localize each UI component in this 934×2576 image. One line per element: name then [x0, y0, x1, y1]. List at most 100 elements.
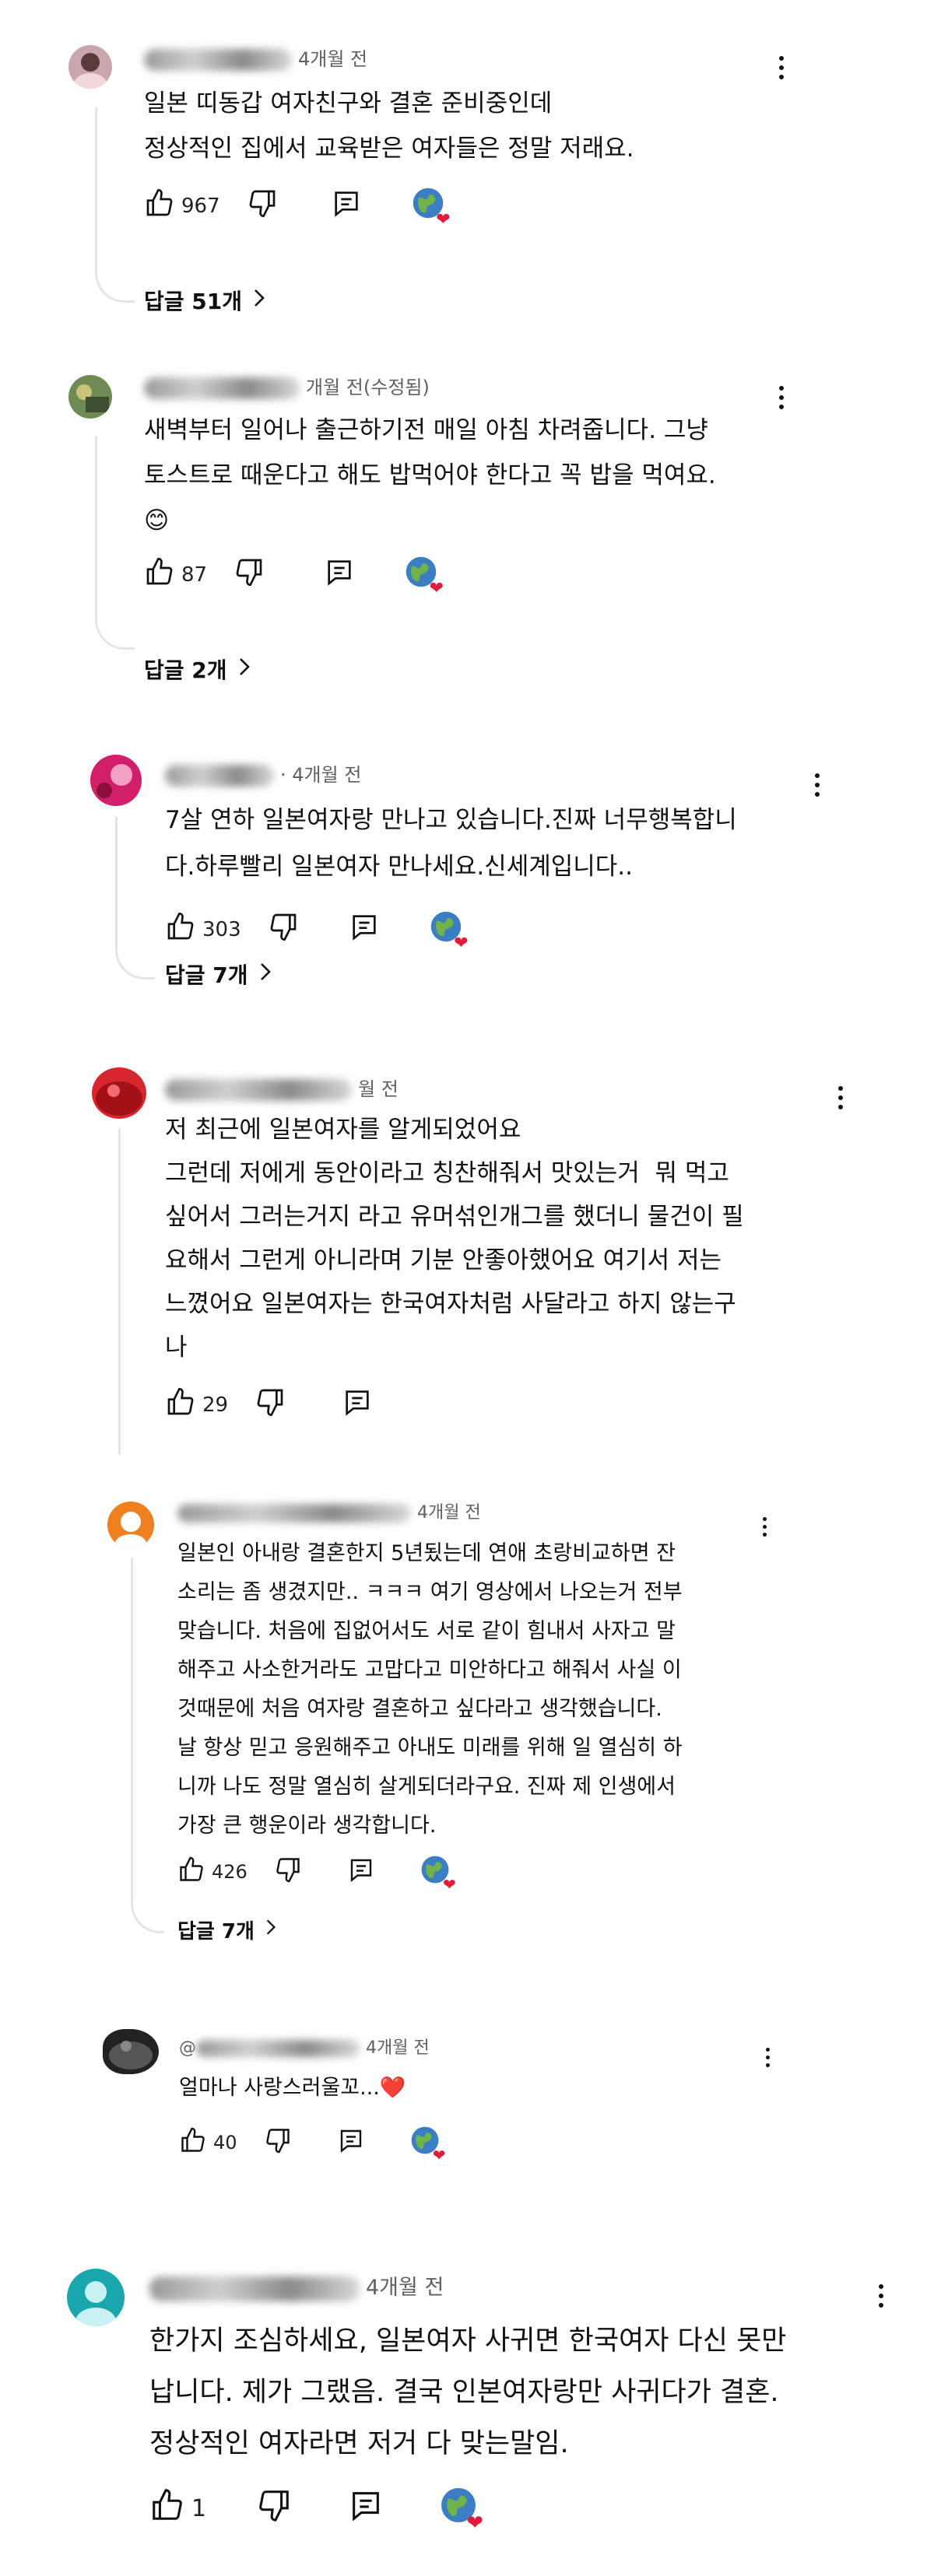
comment-thread: 월 전 저 최근에 일본여자를 알게되었어요 그런데 저에게 동안이라고 칭찬해… — [0, 1058, 934, 1478]
comment-time: 개월 전 — [306, 377, 363, 398]
thumbs-up-icon[interactable] — [149, 2487, 185, 2529]
comment-time: 4개월 전 — [366, 2038, 430, 2058]
comment-author[interactable]: 월 전 — [165, 1074, 399, 1101]
reply-icon[interactable] — [349, 911, 380, 948]
avatar[interactable] — [107, 1502, 154, 1548]
comment-actions: 40 ❤ — [179, 2126, 446, 2164]
replies-label: 답글 7개 — [177, 1920, 255, 1943]
like-count: 1 — [191, 2494, 207, 2522]
thumbs-up-icon[interactable] — [165, 1386, 196, 1423]
comment-actions: 1 ❤ — [149, 2487, 483, 2535]
avatar[interactable] — [90, 755, 142, 806]
thread-line — [95, 107, 135, 303]
comment-author[interactable]: · 4개월 전 — [165, 759, 361, 787]
like-count: 29 — [202, 1393, 229, 1417]
avatar[interactable] — [103, 2029, 159, 2074]
comment-time: · 4개월 전 — [280, 764, 362, 786]
globe-heart-icon: ❤ — [410, 2126, 446, 2164]
thumbs-down-icon[interactable] — [256, 2487, 292, 2529]
replies-toggle[interactable]: 답글 51개 — [144, 285, 265, 316]
comment-thread: 개월 전(수정됨) 새벽부터 일어나 출근하기전 매일 아침 차려줍니다. 그냥… — [0, 335, 934, 708]
reply-icon[interactable] — [342, 1386, 373, 1423]
thumbs-up-icon[interactable] — [177, 1856, 205, 1888]
reply-icon[interactable] — [348, 2487, 384, 2529]
chevron-right-icon — [265, 1918, 276, 1942]
more-vert-icon[interactable] — [814, 773, 820, 801]
replies-toggle[interactable]: 답글 7개 — [165, 959, 272, 990]
comment-actions: 967 ❤ — [144, 187, 451, 230]
replies-label: 답글 7개 — [165, 962, 248, 988]
avatar[interactable] — [68, 45, 112, 89]
comment-time: 4개월 전 — [298, 48, 368, 70]
replies-toggle[interactable]: 답글 7개 — [177, 1915, 276, 1944]
thread-line — [131, 1558, 164, 1933]
comment-actions: 303 ❤ — [165, 910, 469, 953]
avatar[interactable] — [92, 1067, 146, 1119]
like-count: 87 — [181, 563, 208, 587]
like-count: 40 — [213, 2132, 237, 2154]
comment-text: 일본인 아내랑 결혼한지 5년됬는데 연애 초랑비교하면 잔 소리는 좀 생겼지… — [177, 1541, 683, 1838]
thumbs-up-icon[interactable] — [165, 911, 196, 948]
thumbs-up-icon[interactable] — [144, 188, 175, 224]
globe-heart-icon: ❤ — [420, 1855, 456, 1894]
comment-actions: 426 ❤ — [177, 1855, 456, 1894]
reply-thread: 4개월 전 일본인 아내랑 결혼한지 5년됬는데 연애 초랑비교하면 잔 소리는… — [0, 1478, 934, 1976]
thumbs-down-icon[interactable] — [268, 911, 299, 948]
heart-icon: ❤ — [432, 2146, 446, 2164]
more-vert-icon[interactable] — [764, 2048, 771, 2072]
comment-text: 저 최근에 일본여자를 알게되었어요 그런데 저에게 동안이라고 칭찬해줘서 맛… — [165, 1116, 744, 1362]
thumbs-down-icon[interactable] — [234, 556, 265, 593]
comment-text: 7살 연하 일본여자랑 만나고 있습니다.진짜 너무행복합니 다.하루빨리 일본… — [165, 806, 737, 881]
author-handle: @ — [179, 2038, 196, 2058]
thumbs-down-icon[interactable] — [274, 1856, 302, 1888]
thread-line — [115, 817, 155, 980]
reply-icon[interactable] — [347, 1856, 375, 1888]
chevron-right-icon — [253, 288, 265, 314]
replies-toggle[interactable]: 답글 2개 — [144, 654, 251, 685]
chevron-right-icon — [259, 962, 272, 987]
avatar[interactable] — [68, 375, 112, 419]
chevron-right-icon — [238, 657, 251, 682]
like-count: 426 — [212, 1861, 248, 1883]
comment-text: 새벽부터 일어나 출근하기전 매일 아침 차려줍니다. 그냥 토스트로 때운다고… — [144, 416, 716, 534]
comment-time: 4개월 전 — [366, 2276, 444, 2300]
globe-heart-icon: ❤ — [440, 2487, 483, 2535]
comment-actions: 29 — [165, 1386, 373, 1423]
more-vert-icon[interactable] — [761, 1517, 767, 1541]
more-vert-icon[interactable] — [878, 2284, 884, 2312]
comment-thread: 4개월 전 한가지 조심하세요, 일본여자 사귀면 한국여자 다신 못만 납니다… — [0, 2248, 934, 2576]
more-vert-icon[interactable] — [778, 386, 785, 414]
reply-item: @4개월 전 얼마나 사랑스러울꼬...❤️ 40 ❤ — [0, 2007, 934, 2178]
comment-actions: 87 ❤ — [144, 556, 444, 598]
thumbs-up-icon[interactable] — [179, 2126, 207, 2159]
reply-icon[interactable] — [331, 188, 362, 224]
thumbs-down-icon[interactable] — [247, 188, 278, 224]
thread-line — [118, 1128, 121, 1455]
globe-heart-icon: ❤ — [405, 556, 444, 598]
comment-time: 월 전 — [358, 1078, 399, 1100]
comment-author[interactable]: 4개월 전 — [177, 1498, 481, 1523]
globe-heart-icon: ❤ — [430, 910, 469, 953]
thumbs-up-icon[interactable] — [144, 556, 175, 593]
like-count: 303 — [202, 917, 241, 941]
comment-author[interactable]: @4개월 전 — [179, 2034, 430, 2059]
like-count: 967 — [181, 194, 220, 218]
globe-heart-icon: ❤ — [412, 187, 451, 230]
thread-line — [95, 436, 135, 650]
edited-tag: (수정됨) — [363, 377, 430, 398]
reply-icon[interactable] — [337, 2126, 365, 2159]
more-vert-icon[interactable] — [778, 56, 785, 84]
heart-icon: ❤ — [436, 210, 451, 230]
comment-author[interactable]: 4개월 전 — [144, 44, 367, 71]
heart-icon: ❤ — [454, 934, 469, 953]
reply-icon[interactable] — [324, 556, 355, 593]
heart-icon: ❤ — [429, 579, 444, 598]
comment-author[interactable]: 개월 전(수정됨) — [144, 372, 430, 399]
thumbs-down-icon[interactable] — [255, 1386, 286, 1423]
comment-time: 4개월 전 — [417, 1503, 481, 1523]
thumbs-down-icon[interactable] — [264, 2126, 292, 2159]
more-vert-icon[interactable] — [837, 1086, 844, 1114]
heart-icon: ❤ — [443, 1875, 456, 1894]
comment-author[interactable]: 4개월 전 — [149, 2270, 444, 2301]
avatar[interactable] — [67, 2269, 125, 2326]
